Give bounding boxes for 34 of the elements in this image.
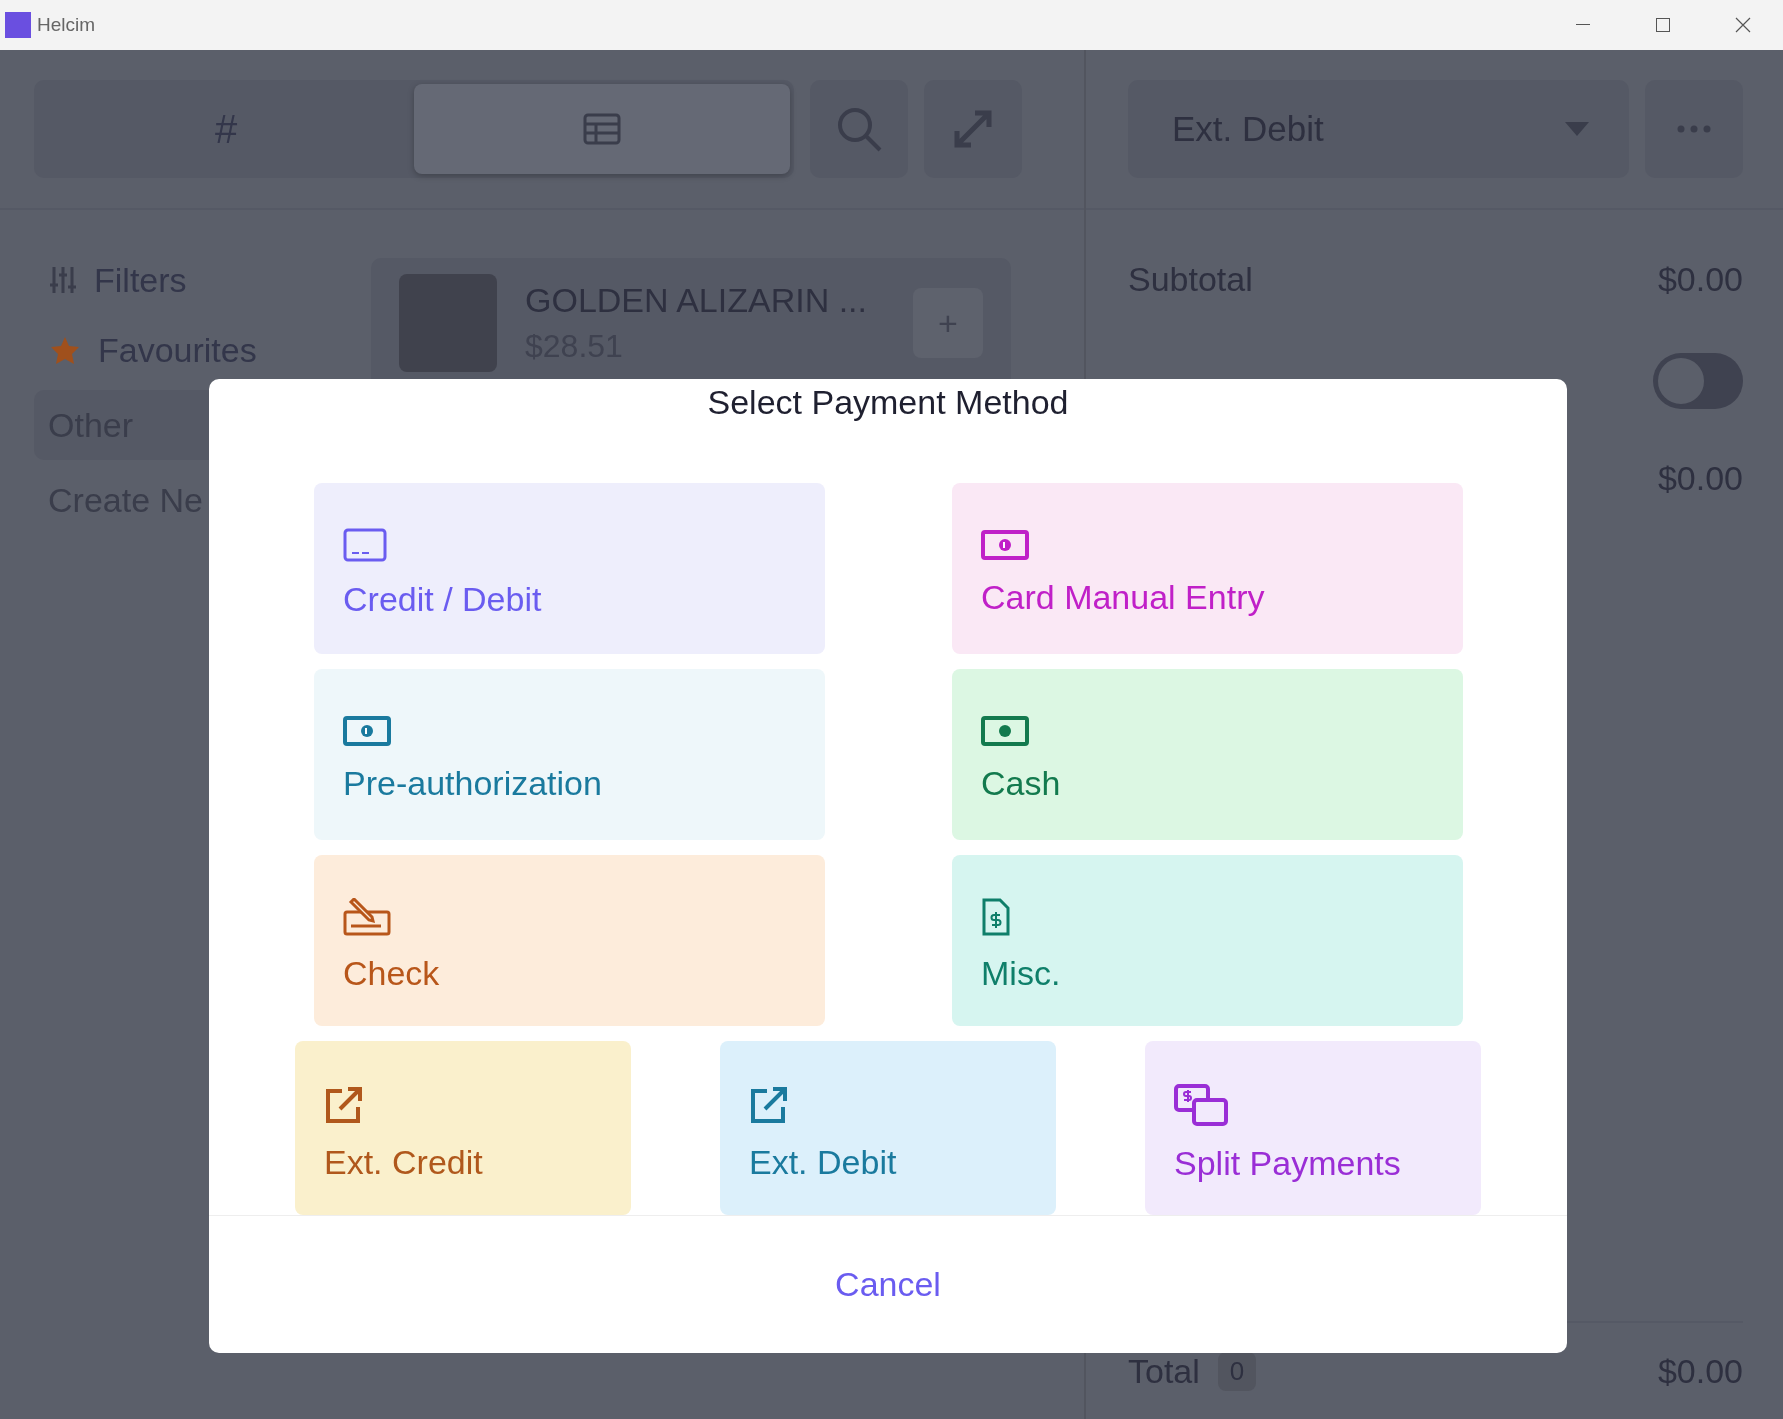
external-link-icon xyxy=(749,1084,789,1125)
table-icon xyxy=(583,113,621,145)
caret-icon xyxy=(1565,122,1589,136)
payment-method-button[interactable]: Credit / Debit xyxy=(314,483,825,654)
toggle-switch[interactable] xyxy=(1653,353,1743,409)
document-dollar-icon xyxy=(981,898,1011,936)
search-button[interactable] xyxy=(810,80,908,178)
banknote-icon xyxy=(343,716,391,746)
expand-button[interactable] xyxy=(924,80,1022,178)
close-icon xyxy=(1735,17,1751,33)
window-title: Helcim xyxy=(37,14,97,36)
payment-method-button[interactable]: Ext. Credit xyxy=(295,1041,631,1215)
payment-method-button[interactable]: Misc. xyxy=(952,855,1463,1026)
payment-method-button[interactable]: Split Payments xyxy=(1145,1041,1481,1215)
card-icon xyxy=(343,528,387,562)
check-writing-icon xyxy=(343,898,391,936)
banknote-icon xyxy=(981,530,1029,560)
cancel-button[interactable]: Cancel xyxy=(829,1264,947,1305)
more-dots-icon xyxy=(1677,125,1711,133)
app-logo-icon xyxy=(5,12,31,38)
payment-method-button[interactable]: Check xyxy=(314,855,825,1026)
sliders-icon xyxy=(50,265,76,295)
more-button[interactable] xyxy=(1645,80,1743,178)
table-view-tab[interactable] xyxy=(414,84,790,174)
minimize-icon xyxy=(1576,24,1590,26)
star-icon xyxy=(50,336,80,364)
payment-method-button[interactable]: Card Manual Entry xyxy=(952,483,1463,654)
maximize-icon xyxy=(1656,18,1670,32)
external-link-icon xyxy=(324,1084,364,1125)
banknote-icon xyxy=(981,716,1029,746)
split-payment-icon xyxy=(1174,1083,1228,1126)
payment-method-button[interactable]: Cash xyxy=(952,669,1463,840)
payment-method-button[interactable]: Pre-authorization xyxy=(314,669,825,840)
payment-method-button[interactable]: Ext. Debit xyxy=(720,1041,1056,1215)
